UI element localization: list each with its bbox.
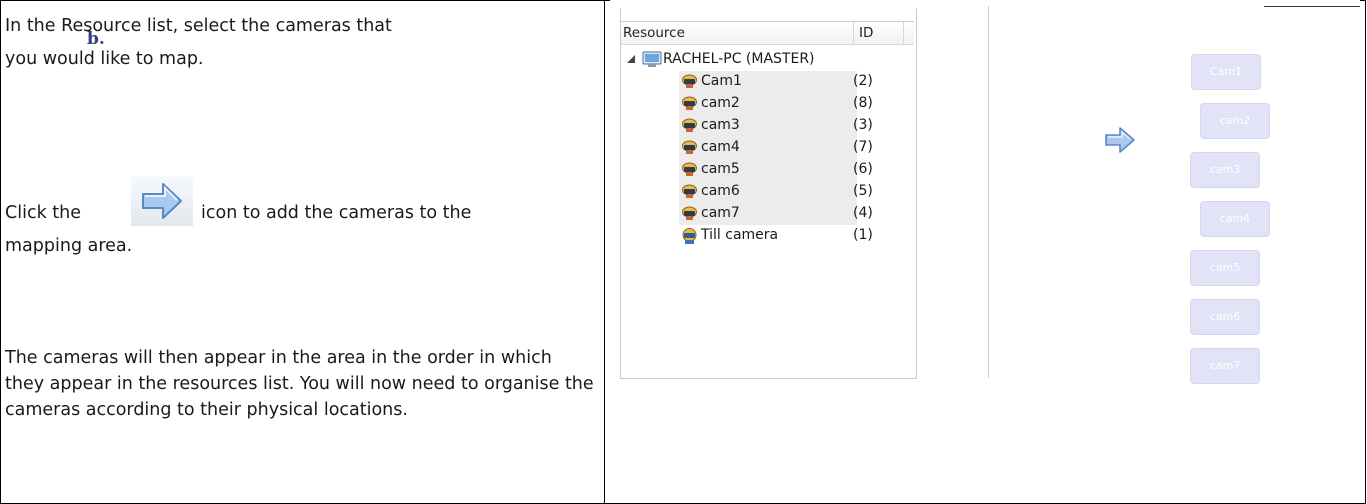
table-border-mid (604, 0, 605, 504)
map-camera-tile[interactable]: cam4 (1200, 201, 1270, 237)
tree-item[interactable]: cam4 (7) (621, 137, 914, 159)
right-arrow-icon (1105, 127, 1135, 153)
tree-item-name: cam5 (701, 161, 740, 177)
tree-item[interactable]: cam5 (6) (621, 159, 914, 181)
tree-item-id: (5) (853, 183, 873, 199)
table-border-left (0, 0, 1, 504)
column-divider (853, 22, 854, 44)
camera-icon (681, 162, 698, 177)
tree-item-name: cam3 (701, 117, 740, 133)
add-arrow-icon (131, 176, 193, 226)
tree-item-id: (2) (853, 73, 873, 89)
camera-icon (681, 206, 698, 221)
map-camera-tile[interactable]: cam7 (1190, 348, 1260, 384)
tree-item-id: (4) (853, 205, 873, 221)
tree-header: Resource ID (621, 21, 914, 45)
camera-icon (681, 74, 698, 89)
map-area[interactable]: Cam1 cam2 cam3 cam4 cam5 cam6 cam7 (1160, 6, 1360, 384)
tree-item[interactable]: Cam1 (2) (621, 71, 914, 93)
tree-item[interactable]: Till camera (1) (621, 225, 914, 247)
add-to-map-button[interactable] (1103, 125, 1137, 159)
map-camera-tile[interactable]: cam6 (1190, 299, 1260, 335)
panel-divider (988, 6, 989, 378)
tree-item-name: cam2 (701, 95, 740, 111)
map-camera-tile[interactable]: cam5 (1190, 250, 1260, 286)
tree-root-node[interactable]: RACHEL-PC (MASTER) (621, 49, 914, 71)
camera-icon (681, 228, 698, 244)
para1-line2: you would like to map. (5, 49, 204, 69)
tree-item-name: cam7 (701, 205, 740, 221)
expand-triangle-icon[interactable] (627, 55, 635, 63)
camera-icon (681, 96, 698, 111)
table-border-right (1365, 0, 1366, 504)
tree-item[interactable]: cam6 (5) (621, 181, 914, 203)
tree-item-id: (1) (853, 227, 873, 243)
tree-item-id: (3) (853, 117, 873, 133)
tree-item[interactable]: cam2 (8) (621, 93, 914, 115)
para2-after: icon to add the cameras to the (201, 203, 472, 223)
para1-line1: In the Resource list, select the cameras… (5, 16, 392, 36)
resource-tree[interactable]: Resource ID RACHEL-PC (MASTER) Cam1 (2) ca… (620, 8, 917, 379)
para3: The cameras will then appear in the area… (5, 348, 594, 420)
column-resource[interactable]: Resource (623, 25, 685, 41)
tree-item-name: cam6 (701, 183, 740, 199)
column-divider (903, 22, 904, 44)
tree-item-id: (8) (853, 95, 873, 111)
computer-icon (642, 51, 662, 72)
tree-root-label: RACHEL-PC (MASTER) (663, 51, 815, 67)
tree-item[interactable]: cam7 (4) (621, 203, 914, 225)
tree-item-name: Cam1 (701, 73, 742, 89)
map-camera-tile[interactable]: cam2 (1200, 103, 1270, 139)
column-id[interactable]: ID (859, 25, 873, 41)
para2-before: Click the (5, 203, 81, 223)
tree-item-id: (6) (853, 161, 873, 177)
step-letter: b. (87, 29, 105, 49)
tree-item[interactable]: cam3 (3) (621, 115, 914, 137)
map-camera-tile[interactable]: cam3 (1190, 152, 1260, 188)
camera-icon (681, 118, 698, 133)
camera-icon (681, 140, 698, 155)
camera-icon (681, 184, 698, 199)
para2-line2: mapping area. (5, 236, 133, 256)
tree-item-id: (7) (853, 139, 873, 155)
tree-item-name: cam4 (701, 139, 740, 155)
tree-item-name: Till camera (701, 227, 779, 243)
map-camera-tile[interactable]: Cam1 (1191, 54, 1261, 90)
